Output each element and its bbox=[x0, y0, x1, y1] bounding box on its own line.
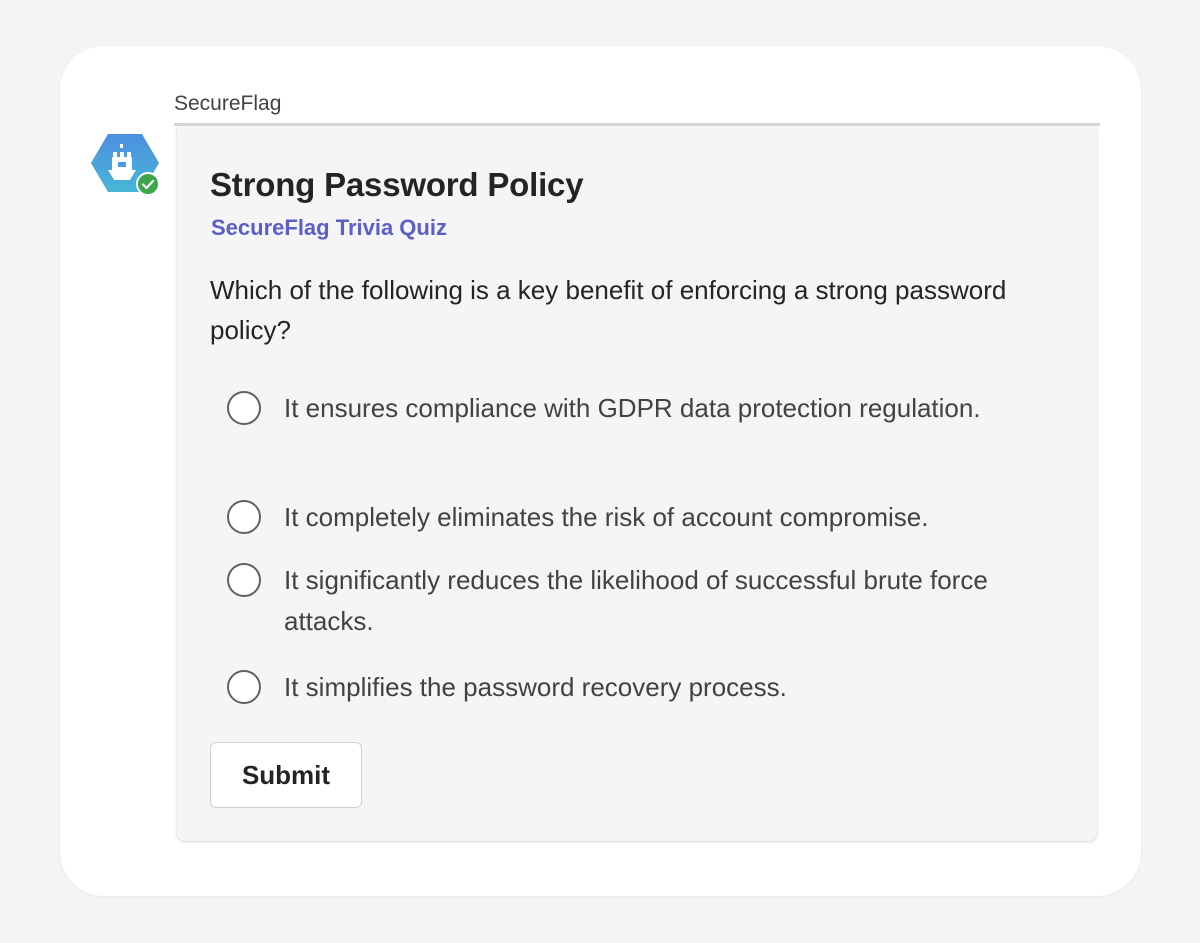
quiz-question: Which of the following is a key benefit … bbox=[210, 275, 1007, 345]
header-divider bbox=[174, 123, 1100, 126]
answer-option-3[interactable]: It significantly reduces the likelihood … bbox=[227, 560, 1044, 642]
answer-option-label: It significantly reduces the likelihood … bbox=[284, 565, 988, 636]
card-subtitle: SecureFlag Trivia Quiz bbox=[211, 215, 447, 240]
radio-button[interactable] bbox=[227, 391, 261, 425]
answer-option-1[interactable]: It ensures compliance with GDPR data pro… bbox=[227, 388, 1044, 429]
radio-button[interactable] bbox=[227, 670, 261, 704]
avatar[interactable] bbox=[90, 130, 160, 196]
radio-button[interactable] bbox=[227, 500, 261, 534]
answer-option-label: It completely eliminates the risk of acc… bbox=[284, 502, 929, 532]
radio-button[interactable] bbox=[227, 563, 261, 597]
answer-option-label: It simplifies the password recovery proc… bbox=[284, 672, 787, 702]
answer-option-2[interactable]: It completely eliminates the risk of acc… bbox=[227, 497, 1044, 538]
submit-button[interactable]: Submit bbox=[210, 742, 362, 808]
answer-option-label: It ensures compliance with GDPR data pro… bbox=[284, 393, 981, 423]
answer-option-4[interactable]: It simplifies the password recovery proc… bbox=[227, 667, 1044, 708]
card-title: Strong Password Policy bbox=[210, 166, 584, 203]
sender-name: SecureFlag bbox=[174, 92, 282, 115]
presence-available-check-icon bbox=[136, 172, 160, 196]
